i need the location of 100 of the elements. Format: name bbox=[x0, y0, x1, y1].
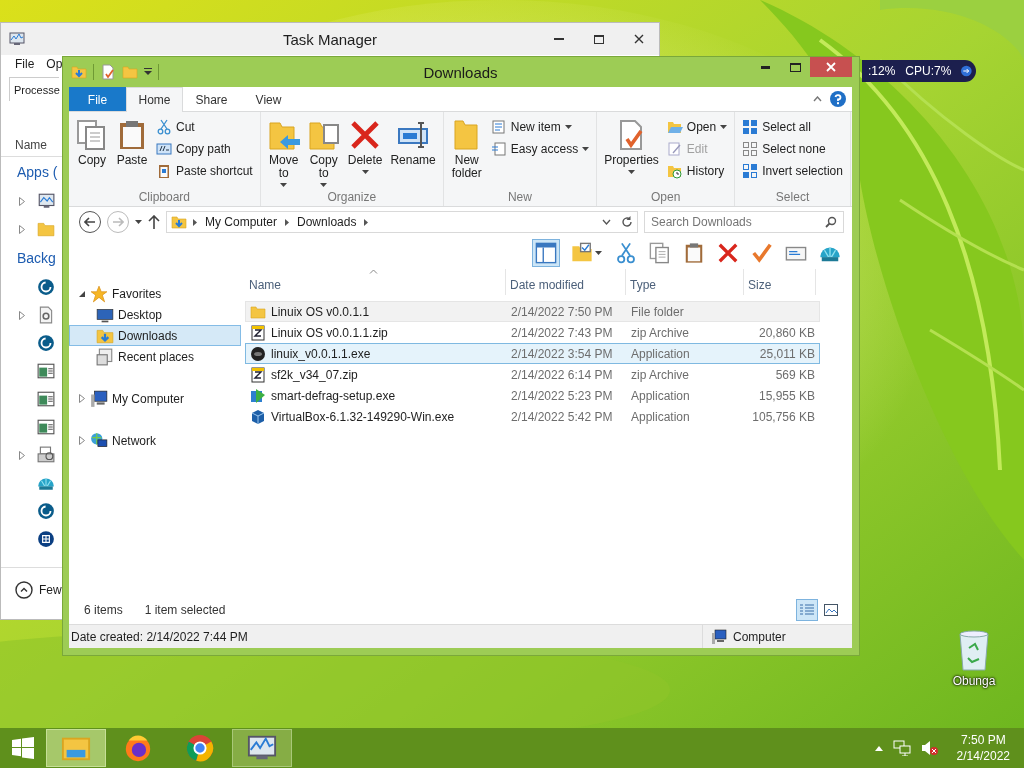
details-toggle-link[interactable]: Few bbox=[39, 582, 62, 597]
clipboard-icon bbox=[683, 242, 705, 264]
ribbon-button[interactable]: Paste shortcut bbox=[153, 161, 256, 181]
ribbon-button[interactable]: Invert selection bbox=[739, 161, 846, 181]
window-icon bbox=[37, 362, 55, 380]
toolbar-button[interactable] bbox=[532, 239, 560, 267]
address-bar[interactable]: My Computer Downloads bbox=[166, 211, 638, 233]
help-icon[interactable] bbox=[830, 91, 846, 107]
documents-icon bbox=[76, 119, 108, 151]
clipboard-shortcut-icon bbox=[156, 163, 172, 179]
collapse-ribbon-icon[interactable] bbox=[813, 96, 822, 102]
memory-reading: :12% bbox=[868, 64, 896, 78]
breadcrumb[interactable]: Downloads bbox=[295, 215, 359, 229]
tree-item[interactable]: Desktop bbox=[69, 304, 241, 325]
network-icon[interactable] bbox=[892, 740, 911, 756]
search-field[interactable]: Search Downloads bbox=[644, 211, 844, 233]
tree-item[interactable]: Downloads bbox=[69, 325, 241, 346]
table-cell-text: zip Archive bbox=[630, 325, 691, 340]
menu-item[interactable]: File bbox=[15, 57, 35, 71]
selection-count: 1 item selected bbox=[144, 603, 226, 617]
expand-arrow-icon[interactable] bbox=[19, 310, 25, 320]
ribbon-button[interactable]: New item bbox=[487, 117, 593, 137]
close-button[interactable] bbox=[810, 57, 852, 77]
expand-arrow-icon[interactable] bbox=[19, 224, 25, 234]
expand-arrow-icon[interactable] bbox=[19, 196, 25, 206]
new-item-icon bbox=[490, 119, 507, 135]
ribbon-button[interactable]: Delete bbox=[344, 115, 386, 190]
file-row[interactable]: linuix_v0.0.1.1.exe 2/14/2022 3:54 PM Application 25,011 KB bbox=[245, 343, 820, 364]
customize-toolbar-icon[interactable] bbox=[144, 68, 152, 76]
file-row[interactable]: smart-defrag-setup.exe 2/14/2022 5:23 PM Application 15,955 KB bbox=[245, 385, 820, 406]
tree-item[interactable]: Favorites bbox=[69, 283, 241, 304]
recent-locations-button[interactable] bbox=[135, 220, 142, 224]
expanded-arrow-icon[interactable] bbox=[79, 290, 85, 297]
delete-icon bbox=[717, 242, 739, 264]
ribbon-button[interactable]: Paste bbox=[113, 115, 151, 190]
ribbon-button[interactable]: Copy bbox=[73, 115, 111, 190]
collapse-icon[interactable] bbox=[15, 580, 33, 599]
ribbon-button[interactable]: New folder bbox=[447, 115, 486, 190]
chevron-icon[interactable] bbox=[193, 218, 197, 226]
circle-c-icon bbox=[37, 278, 55, 296]
ribbon-tab[interactable]: File bbox=[69, 87, 126, 111]
collapsed-arrow-icon[interactable] bbox=[79, 436, 85, 445]
refresh-icon[interactable] bbox=[621, 216, 633, 228]
ribbon-button[interactable]: History bbox=[663, 161, 731, 181]
ribbon-button[interactable]: Copy to bbox=[304, 115, 343, 190]
file-row[interactable]: VirtualBox-6.1.32-149290-Win.exe 2/14/2022 5:42 PM Application 105,756 KB bbox=[245, 406, 820, 427]
ribbon-button[interactable]: Open bbox=[663, 117, 731, 137]
table-cell-text: 2/14/2022 7:50 PM bbox=[510, 304, 614, 319]
file-name: linuix_v0.0.1.1.exe bbox=[271, 346, 371, 361]
ribbon-button[interactable]: Select none bbox=[739, 139, 846, 159]
tree-item[interactable]: Recent places bbox=[69, 346, 241, 367]
circle-c-icon bbox=[37, 502, 55, 520]
ribbon-button[interactable]: Easy access bbox=[487, 139, 593, 159]
up-arrow-icon bbox=[148, 215, 160, 229]
firefox-icon bbox=[123, 733, 153, 763]
ribbon-button[interactable]: Move to bbox=[264, 115, 303, 190]
archive-icon bbox=[250, 366, 266, 383]
up-button[interactable] bbox=[148, 215, 160, 229]
ribbon-tab[interactable]: Home bbox=[126, 87, 183, 112]
tree-item[interactable]: My Computer bbox=[69, 388, 241, 409]
details-text: Date created: 2/14/2022 7:44 PM bbox=[71, 629, 248, 644]
select-none-icon bbox=[742, 141, 759, 157]
column-header[interactable]: Date modified bbox=[506, 269, 626, 295]
table-cell-text: File folder bbox=[630, 304, 685, 319]
breadcrumb[interactable]: My Computer bbox=[203, 215, 280, 229]
muted-speaker-icon[interactable] bbox=[920, 740, 939, 756]
tab[interactable]: Processe bbox=[9, 77, 59, 101]
ribbon-button[interactable]: Properties bbox=[601, 115, 662, 190]
column-header[interactable]: Type bbox=[626, 269, 744, 295]
chevron-icon[interactable] bbox=[364, 218, 369, 226]
table-cell-text: 2/14/2022 5:23 PM bbox=[510, 388, 614, 403]
group-label: New bbox=[506, 190, 533, 206]
printer-icon bbox=[37, 446, 55, 464]
ribbon-button[interactable]: Copy path bbox=[153, 139, 256, 159]
column-header[interactable]: Size bbox=[744, 269, 816, 295]
ribbon-tab[interactable]: Share bbox=[183, 87, 240, 111]
file-row[interactable]: sf2k_v34_07.zip 2/14/2022 6:14 PM zip Archive 569 KB bbox=[245, 364, 820, 385]
ribbon-button[interactable]: Select all bbox=[739, 117, 846, 137]
chevron-icon[interactable] bbox=[285, 218, 290, 226]
menu-item[interactable]: Op bbox=[46, 57, 63, 71]
tree-item[interactable]: Network bbox=[69, 430, 241, 451]
edit-icon bbox=[666, 141, 683, 157]
minimize-icon bbox=[554, 38, 564, 40]
file-name: Linuix OS v0.0.1.1.zip bbox=[271, 325, 388, 340]
back-button[interactable] bbox=[79, 211, 101, 233]
expand-arrow-icon[interactable] bbox=[19, 450, 25, 460]
ribbon-button[interactable]: Cut bbox=[153, 117, 256, 137]
collapsed-arrow-icon[interactable] bbox=[79, 394, 85, 403]
taskbar-button[interactable] bbox=[232, 729, 292, 767]
column-header[interactable]: Name bbox=[15, 137, 47, 152]
table-cell-text: Application bbox=[630, 388, 691, 403]
file-row[interactable]: Linuix OS v0.0.1.1 2/14/2022 7:50 PM File folder bbox=[245, 301, 820, 322]
column-header[interactable]: Name bbox=[245, 269, 506, 295]
ribbon-button[interactable]: Rename bbox=[387, 115, 439, 190]
file-row[interactable]: Linuix OS v0.0.1.1.zip 2/14/2022 7:43 PM zip Archive 20,860 KB bbox=[245, 322, 820, 343]
ribbon-tab[interactable]: View bbox=[240, 87, 297, 111]
clock[interactable]: 7:50 PM 2/14/2022 bbox=[956, 732, 1010, 764]
maximize-icon bbox=[594, 34, 604, 44]
table-cell-text: 2/14/2022 3:54 PM bbox=[510, 346, 614, 361]
show-hidden-icons-icon[interactable] bbox=[874, 745, 883, 751]
